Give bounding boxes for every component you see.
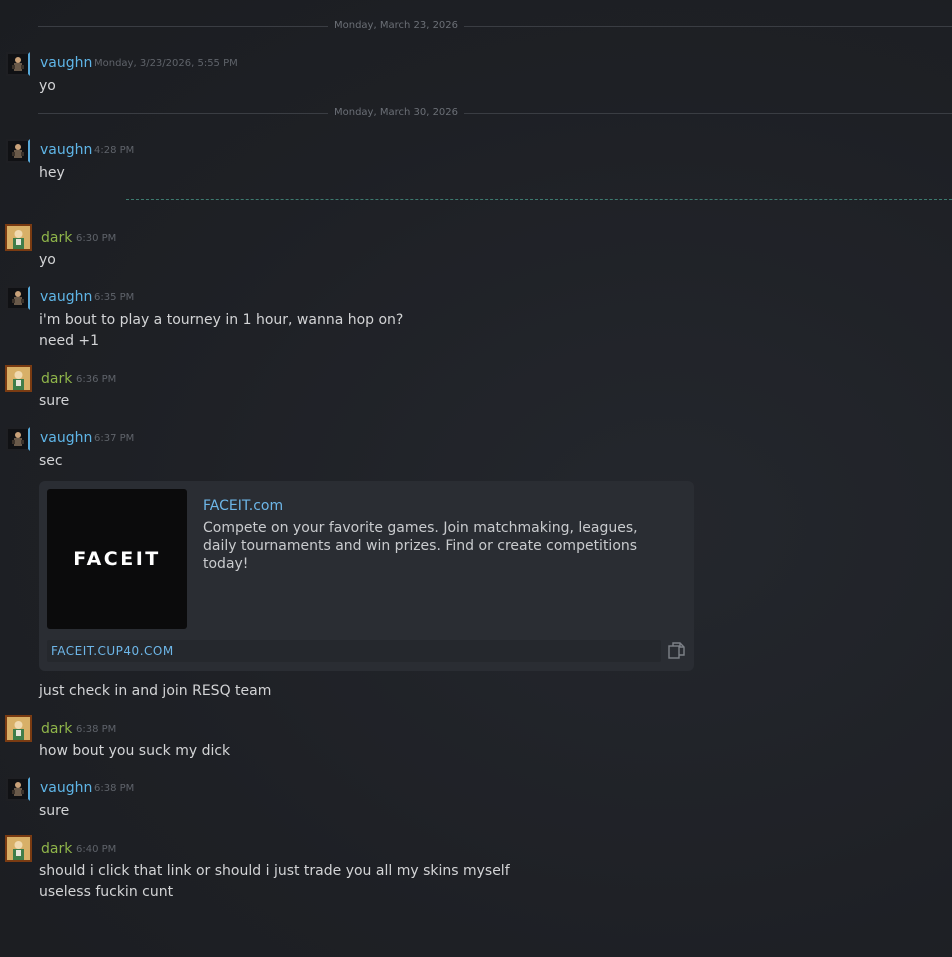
avatar-icon bbox=[8, 141, 28, 161]
message-timestamp: 6:36 PM bbox=[76, 374, 117, 385]
message-text: should i click that link or should i jus… bbox=[39, 863, 510, 879]
username[interactable]: vaughn bbox=[40, 779, 92, 797]
avatar-icon bbox=[8, 54, 28, 74]
user-avatar[interactable] bbox=[5, 224, 32, 251]
message-timestamp: 6:38 PM bbox=[76, 724, 117, 735]
avatar-icon bbox=[7, 837, 30, 860]
message-timestamp: 6:38 PM bbox=[94, 783, 135, 794]
message-text: hey bbox=[39, 165, 65, 181]
message-text: just check in and join RESQ team bbox=[39, 683, 272, 699]
username[interactable]: dark bbox=[41, 720, 72, 738]
avatar-icon bbox=[7, 367, 30, 390]
user-avatar[interactable] bbox=[6, 427, 30, 451]
message-timestamp: Monday, 3/23/2026, 5:55 PM bbox=[94, 58, 238, 69]
message-timestamp: 4:28 PM bbox=[94, 145, 135, 156]
message-timestamp: 6:35 PM bbox=[94, 292, 135, 303]
user-avatar[interactable] bbox=[5, 365, 32, 392]
message-timestamp: 6:40 PM bbox=[76, 844, 117, 855]
date-divider-label: Monday, March 30, 2026 bbox=[333, 107, 459, 118]
link-preview-title[interactable]: FACEIT.com bbox=[203, 497, 283, 515]
user-avatar[interactable] bbox=[5, 835, 32, 862]
avatar-icon bbox=[7, 226, 30, 249]
message-text: need +1 bbox=[39, 333, 100, 349]
date-divider: Monday, March 23, 2026 bbox=[38, 19, 952, 33]
message-text: yo bbox=[39, 78, 56, 94]
user-avatar[interactable] bbox=[6, 777, 30, 801]
link-preview-thumbnail[interactable]: FACEIT bbox=[47, 489, 187, 629]
link-url-bar[interactable]: FACEIT.CUP40.COM bbox=[47, 640, 661, 662]
message-timestamp: 6:37 PM bbox=[94, 433, 135, 444]
username[interactable]: dark bbox=[41, 370, 72, 388]
message-text: yo bbox=[39, 252, 56, 268]
copy-icon[interactable] bbox=[667, 641, 687, 661]
avatar-icon bbox=[8, 779, 28, 799]
avatar-icon bbox=[8, 429, 28, 449]
username[interactable]: vaughn bbox=[40, 141, 92, 159]
user-avatar[interactable] bbox=[6, 52, 30, 76]
date-divider: Monday, March 30, 2026 bbox=[38, 106, 952, 120]
link-preview-description: Compete on your favorite games. Join mat… bbox=[203, 520, 638, 572]
user-avatar[interactable] bbox=[6, 286, 30, 310]
message-text: useless fuckin cunt bbox=[39, 884, 174, 900]
user-avatar[interactable] bbox=[6, 139, 30, 163]
avatar-icon bbox=[8, 288, 28, 308]
username[interactable]: dark bbox=[41, 229, 72, 247]
link-preview-card[interactable]: FACEIT FACEIT.com Compete on your favori… bbox=[39, 481, 694, 671]
message-timestamp: 6:30 PM bbox=[76, 233, 117, 244]
chat-log: Monday, March 23, 2026 vaughn Monday, 3/… bbox=[0, 0, 952, 957]
message-text: i'm bout to play a tourney in 1 hour, wa… bbox=[39, 312, 404, 328]
avatar-icon bbox=[7, 717, 30, 740]
username[interactable]: vaughn bbox=[40, 54, 92, 72]
new-messages-divider bbox=[126, 199, 952, 200]
date-divider-label: Monday, March 23, 2026 bbox=[333, 20, 459, 31]
username[interactable]: vaughn bbox=[40, 429, 92, 447]
message-text: how bout you suck my dick bbox=[39, 743, 231, 759]
username[interactable]: vaughn bbox=[40, 288, 92, 306]
user-avatar[interactable] bbox=[5, 715, 32, 742]
message-text: sec bbox=[39, 453, 63, 469]
message-text: sure bbox=[39, 803, 70, 819]
faceit-logo: FACEIT bbox=[73, 548, 161, 570]
username[interactable]: dark bbox=[41, 840, 72, 858]
link-url[interactable]: FACEIT.CUP40.COM bbox=[51, 642, 174, 660]
message-text: sure bbox=[39, 393, 70, 409]
